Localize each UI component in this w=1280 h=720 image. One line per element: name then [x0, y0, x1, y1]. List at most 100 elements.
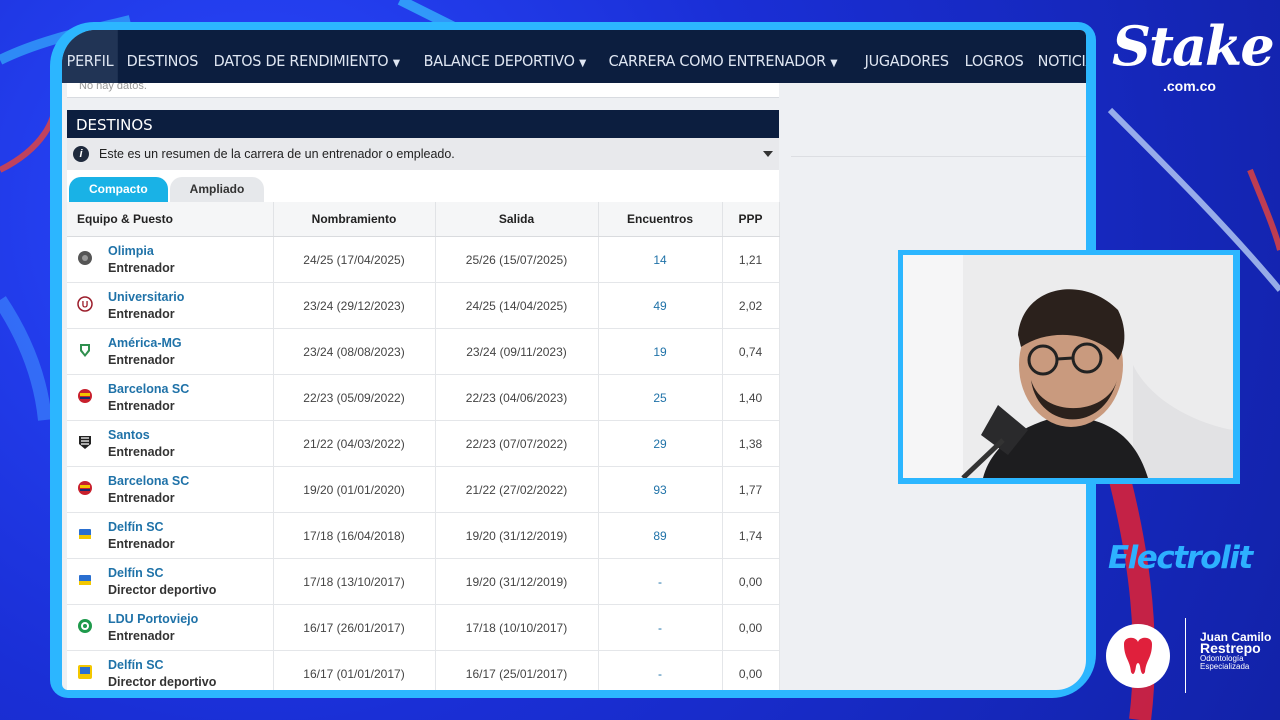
- cell-left: 16/17 (25/01/2017): [435, 650, 599, 690]
- table-row: U Universitario Entrenador 23/24 (29/12/202…: [67, 282, 780, 329]
- cell-team: U Universitario Entrenador: [67, 282, 274, 329]
- team-link[interactable]: Olimpia: [108, 244, 175, 258]
- nav-item-balance-deportivo[interactable]: BALANCE DEPORTIVO ▼: [419, 30, 591, 83]
- col-header-ppp[interactable]: PPP: [722, 202, 780, 237]
- cell-matches[interactable]: 49: [598, 282, 723, 329]
- nav-item-logros[interactable]: LOGROS: [960, 30, 1028, 83]
- team-link[interactable]: Delfín SC: [108, 520, 175, 534]
- section-title: DESTINOS: [67, 110, 779, 138]
- col-header-left[interactable]: Salida: [435, 202, 599, 237]
- cell-ppp: 0,00: [722, 604, 780, 651]
- cell-left: 25/26 (15/07/2025): [435, 236, 599, 283]
- nav-item-datos-de-rendimiento[interactable]: DATOS DE RENDIMIENTO ▼: [209, 30, 404, 83]
- webcam-frame: [898, 250, 1240, 484]
- cell-ppp: 0,00: [722, 558, 780, 605]
- cell-matches[interactable]: 93: [598, 466, 723, 513]
- cell-ppp: 1,77: [722, 466, 780, 513]
- top-navigation: PERFIL DESTINOS DATOS DE RENDIMIENTO ▼ BALA…: [62, 30, 1086, 83]
- team-link[interactable]: Universitario: [108, 290, 184, 304]
- col-header-matches[interactable]: Encuentros: [598, 202, 723, 237]
- cell-matches: -: [598, 558, 723, 605]
- team-link[interactable]: Delfín SC: [108, 658, 216, 672]
- nav-item-noticias[interactable]: NOTICIAS: [1033, 30, 1086, 83]
- cell-matches[interactable]: 25: [598, 374, 723, 421]
- nav-item-jugadores[interactable]: JUGADORES: [860, 30, 953, 83]
- cell-matches[interactable]: 29: [598, 420, 723, 467]
- cell-ppp: 0,74: [722, 328, 780, 375]
- team-link[interactable]: Delfín SC: [108, 566, 216, 580]
- table-row: Barcelona SC Entrenador 22/23 (05/09/2022)…: [67, 374, 780, 421]
- cell-appointed: 17/18 (16/04/2018): [273, 512, 436, 559]
- webcam-feed: [903, 255, 1233, 478]
- cell-left: 19/20 (31/12/2019): [435, 558, 599, 605]
- cell-matches: -: [598, 650, 723, 690]
- cell-ppp: 0,00: [722, 650, 780, 690]
- cell-team: Barcelona SC Entrenador: [67, 466, 274, 513]
- cell-matches[interactable]: 89: [598, 512, 723, 559]
- cell-appointed: 16/17 (26/01/2017): [273, 604, 436, 651]
- cell-left: 22/23 (07/07/2022): [435, 420, 599, 467]
- team-link[interactable]: Barcelona SC: [108, 474, 189, 488]
- team-link[interactable]: Barcelona SC: [108, 382, 189, 396]
- tab-compact[interactable]: Compacto: [69, 177, 168, 202]
- cell-left: 21/22 (27/02/2022): [435, 466, 599, 513]
- table-row: Delfín SC Director deportivo 17/18 (13/10/…: [67, 558, 780, 605]
- table-row: Delfín SC Director deportivo 16/17 (01/01/…: [67, 650, 780, 690]
- table-row: Santos Entrenador 21/22 (04/03/2022) 22/23 …: [67, 420, 780, 467]
- sponsor-line-4: Especializada: [1200, 662, 1250, 671]
- team-role: Entrenador: [108, 307, 175, 321]
- table-row: Delfín SC Entrenador 17/18 (16/04/2018) 19/…: [67, 512, 780, 559]
- nav-item-perfil[interactable]: PERFIL: [62, 30, 119, 83]
- stake-logo-domain: .com.co: [1163, 78, 1216, 94]
- cell-team: Santos Entrenador: [67, 420, 274, 467]
- cell-team: Delfín SC Entrenador: [67, 512, 274, 559]
- view-tabs: Compacto Ampliado: [67, 170, 779, 202]
- team-role: Director deportivo: [108, 675, 217, 689]
- col-header-appointed[interactable]: Nombramiento: [273, 202, 436, 237]
- cell-appointed: 16/17 (01/01/2017): [273, 650, 436, 690]
- nav-item-label: LOGROS: [964, 52, 1024, 70]
- cell-appointed: 19/20 (01/01/2020): [273, 466, 436, 513]
- stake-logo: Stake: [1112, 14, 1275, 78]
- delf-n-sc-crest-icon: [77, 572, 108, 591]
- barcelona-sc-crest-icon: [77, 480, 108, 499]
- team-role: Entrenador: [108, 629, 175, 643]
- team-link[interactable]: LDU Portoviejo: [108, 612, 198, 626]
- cell-matches: -: [598, 604, 723, 651]
- team-link[interactable]: América-MG: [108, 336, 182, 350]
- cell-ppp: 2,02: [722, 282, 780, 329]
- col-header-team[interactable]: Equipo & Puesto: [67, 202, 274, 237]
- nav-item-destinos[interactable]: DESTINOS: [122, 30, 203, 83]
- nav-item-carrera-como-entrenador[interactable]: CARRERA COMO ENTRENADOR ▼: [604, 30, 842, 83]
- cell-appointed: 17/18 (13/10/2017): [273, 558, 436, 605]
- svg-text:U: U: [82, 300, 89, 310]
- cell-team: Delfín SC Director deportivo: [67, 650, 274, 690]
- cell-appointed: 22/23 (05/09/2022): [273, 374, 436, 421]
- team-link[interactable]: Santos: [108, 428, 175, 442]
- team-role: Entrenador: [108, 399, 175, 413]
- nav-item-label: DATOS DE RENDIMIENTO: [213, 52, 389, 70]
- cell-ppp: 1,38: [722, 420, 780, 467]
- team-role: Entrenador: [108, 537, 175, 551]
- chevron-down-icon[interactable]: [763, 151, 773, 157]
- cell-team: América-MG Entrenador: [67, 328, 274, 375]
- right-sidebar: [791, 83, 1086, 157]
- cell-matches[interactable]: 19: [598, 328, 723, 375]
- streamer-silhouette: [903, 255, 1233, 478]
- caret-down-icon: ▼: [390, 58, 400, 69]
- cell-team: Olimpia Entrenador: [67, 236, 274, 283]
- tab-extended[interactable]: Ampliado: [169, 177, 265, 202]
- ldu-portoviejo-crest-icon: [77, 618, 108, 637]
- team-role: Entrenador: [108, 445, 175, 459]
- team-role: Entrenador: [108, 353, 175, 367]
- barcelona-sc-crest-icon: [77, 388, 108, 407]
- electrolit-logo: Electrolit: [1108, 540, 1253, 576]
- caret-down-icon: ▼: [576, 58, 587, 69]
- universitario-crest-icon: U: [77, 296, 108, 315]
- cell-team: LDU Portoviejo Entrenador: [67, 604, 274, 651]
- career-table: Equipo & Puesto Nombramiento Salida Encu…: [67, 202, 780, 690]
- info-bar[interactable]: i Este es un resumen de la carrera de un…: [67, 138, 779, 170]
- team-role: Entrenador: [108, 491, 175, 505]
- cell-matches[interactable]: 14: [598, 236, 723, 283]
- main-content: No hay datos. DESTINOS i Este es un resu…: [67, 83, 780, 690]
